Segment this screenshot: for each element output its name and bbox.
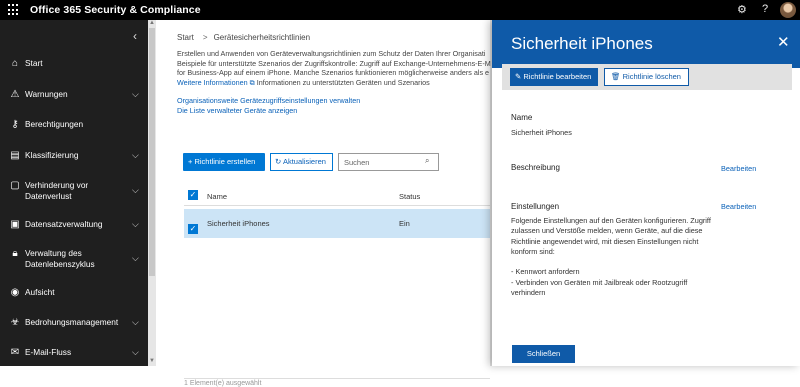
breadcrumb-current: Gerätesicherheitsrichtlinien (213, 33, 311, 42)
help-icon[interactable]: ? (762, 3, 768, 15)
more-info-text: Informationen zu unterstützten Geräten u… (254, 77, 430, 87)
gear-icon[interactable]: ⚙ (737, 3, 747, 16)
nav-item-label: Klassifizierung (25, 150, 79, 160)
search-input[interactable]: Suchen ⌕ (338, 153, 439, 171)
intro-line: Erstellen und Anwenden von Geräteverwalt… (177, 49, 486, 58)
settings-line: - Kennwort anfordern (511, 267, 580, 277)
settings-line: Folgende Einstellungen auf den Geräten k… (511, 216, 711, 225)
refresh-label: Aktualisieren (282, 157, 326, 166)
panel-header: Sicherheit iPhones ✕ (492, 20, 800, 68)
close-icon[interactable]: ✕ (777, 33, 790, 51)
eye-icon: ◉ (10, 287, 20, 298)
chevron-down-icon: ⌵ (132, 317, 139, 327)
top-bar: Office 365 Security & Compliance ⚙ ? (0, 0, 800, 20)
create-policy-button[interactable]: + Richtlinie erstellen (183, 153, 265, 171)
description-label: Beschreibung (511, 163, 560, 172)
search-placeholder: Suchen (344, 158, 370, 167)
breadcrumb-separator: > (202, 33, 208, 42)
records-icon: ▣ (10, 219, 20, 230)
panel-title: Sicherheit iPhones (511, 34, 653, 53)
selection-count: 1 Element(e) ausgewählt (184, 380, 262, 387)
intro-line: Beispiele für unterstützte Szenarios der… (177, 58, 491, 68)
footer-divider (184, 378, 490, 379)
settings-line: verhindern (511, 288, 546, 298)
org-settings-link[interactable]: Organisationsweite Gerätezugriffseinstel… (177, 96, 360, 105)
settings-line: Richtlinie angewendet wird, mit diesen E… (511, 236, 699, 246)
delete-policy-label: Richtlinie löschen (622, 72, 681, 81)
key-icon: ⚷ (11, 119, 19, 130)
edit-description-link[interactable]: Bearbeiten (721, 164, 756, 173)
settings-line: zulassen und Verstöße melden, wenn Gerät… (511, 226, 703, 236)
nav-item-label: Berechtigungen (25, 119, 84, 129)
chevron-down-icon: ⌵ (132, 253, 139, 263)
refresh-icon: ↻ (275, 157, 283, 166)
settings-line: konform sind: (511, 246, 555, 256)
edit-policy-label: Richtlinie bearbeiten (523, 72, 592, 81)
chevron-down-icon: ⌵ (132, 89, 139, 99)
nav-item-label: Warnungen (25, 89, 68, 99)
intro-line: for Business-App auf einem iPhone. Manch… (177, 68, 490, 78)
document-lock-icon: ▢ (10, 180, 20, 191)
settings-label: Einstellungen (511, 202, 560, 211)
settings-description: Folgende Einstellungen auf den Geräten k… (511, 216, 711, 298)
mail-icon: ✉ (10, 347, 20, 358)
biohazard-icon: ☣ (10, 317, 20, 328)
row-status: Ein (399, 219, 410, 228)
scroll-up-icon[interactable]: ▲ (149, 20, 155, 26)
lock-icon: 🔒︎ (12, 248, 18, 259)
search-icon[interactable]: ⌕ (425, 156, 429, 166)
scroll-down-icon[interactable]: ▼ (149, 358, 155, 364)
delete-policy-button[interactable]: 🗑︎ Richtlinie löschen (604, 68, 689, 86)
row-name: Sicherheit iPhones (207, 219, 270, 228)
breadcrumb: Start > Gerätesicherheitsrichtlinien (177, 33, 310, 42)
intro-text: Erstellen und Anwenden von Geräteverwalt… (177, 49, 507, 87)
external-link-icon: ⧉ (247, 77, 255, 87)
breadcrumb-home[interactable]: Start (177, 33, 194, 42)
warning-icon: ⚠ (10, 89, 20, 100)
nav-item-label: Aufsicht (25, 287, 55, 297)
left-navigation: ‹ ⌂ Start ⚠ Warnungen ⌵ ⚷ Berechtigungen… (0, 20, 148, 366)
name-label: Name (511, 113, 533, 122)
chevron-down-icon: ⌵ (132, 150, 139, 160)
chevron-down-icon: ⌵ (132, 347, 139, 357)
nav-item-label: Start (25, 58, 43, 68)
tag-icon: ▤ (10, 150, 20, 161)
nav-item-label: Bedrohungsmanagement (25, 317, 119, 327)
close-button[interactable]: Schließen (512, 345, 575, 363)
settings-line (511, 257, 701, 267)
scrollbar-thumb[interactable] (149, 28, 155, 276)
table-row[interactable]: ✓ Sicherheit iPhones Ein (184, 209, 490, 238)
column-header-status[interactable]: Status (399, 192, 420, 201)
home-icon: ⌂ (11, 58, 19, 69)
settings-line: - Verbinden von Geräten mit Jailbreak od… (511, 277, 688, 287)
edit-policy-button[interactable]: ✎ Richtlinie bearbeiten (510, 68, 598, 86)
nav-item-label: E-Mail-Fluss (25, 347, 72, 357)
nav-item-label: Datensatzverwaltung (25, 219, 103, 229)
avatar[interactable] (780, 2, 796, 18)
name-value: Sicherheit iPhones (511, 128, 572, 137)
policy-details-panel: Sicherheit iPhones ✕ ✎ Richtlinie bearbe… (492, 20, 800, 366)
nav-item-label: Verhinderung vor Datenverlust (25, 180, 89, 201)
managed-devices-link[interactable]: Die Liste verwalteter Geräte anzeigen (177, 106, 297, 115)
nav-item-label: Verwaltung des Datenlebenszyklus (25, 248, 95, 269)
collapse-nav-icon[interactable]: ‹ (133, 29, 137, 43)
header-divider (184, 205, 490, 206)
nav-scrollbar[interactable]: ▲ ▼ (148, 20, 156, 366)
column-header-name[interactable]: Name (207, 192, 227, 201)
app-title: Office 365 Security & Compliance (30, 4, 201, 16)
select-all-checkbox[interactable]: ✓ (188, 190, 198, 200)
app-launcher-icon[interactable] (8, 4, 20, 16)
trash-icon: 🗑︎ (611, 72, 623, 81)
panel-command-bar: ✎ Richtlinie bearbeiten 🗑︎ Richtlinie lö… (502, 64, 792, 90)
chevron-down-icon: ⌵ (132, 185, 139, 195)
more-info-link[interactable]: Weitere Informationen (177, 78, 248, 87)
main-content: Start > Gerätesicherheitsrichtlinien Erste… (157, 20, 491, 387)
refresh-button[interactable]: ↻ Aktualisieren (270, 153, 333, 171)
edit-settings-link[interactable]: Bearbeiten (721, 202, 756, 211)
chevron-down-icon: ⌵ (132, 219, 139, 229)
row-checkbox[interactable]: ✓ (188, 224, 198, 234)
